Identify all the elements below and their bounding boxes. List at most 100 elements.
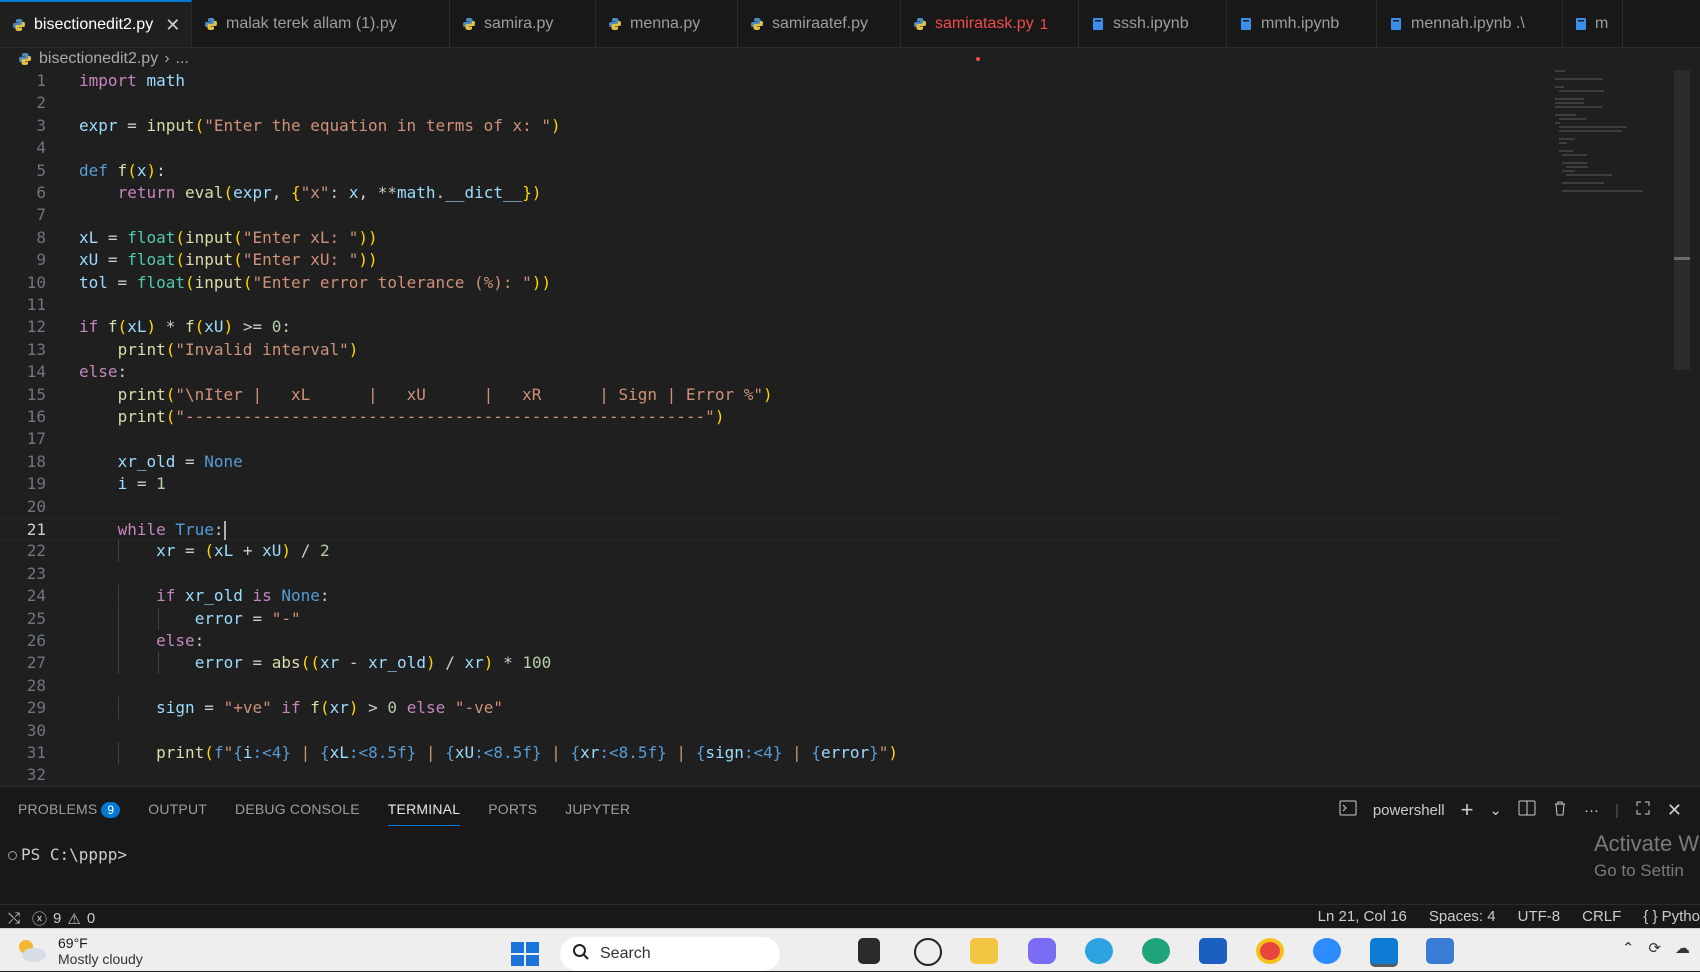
copilot-icon[interactable] [1028, 938, 1056, 964]
code-line[interactable]: 31 print(f"{i:<4} | {xL:<8.5f} | {xU:<8.… [0, 742, 1560, 764]
tab-sssh-ipynb[interactable]: sssh.ipynb [1079, 0, 1227, 47]
code-line[interactable]: 21 while True: [0, 518, 1560, 540]
minimap-line [1555, 98, 1585, 100]
weather-widget[interactable]: 69°F Mostly cloudy [14, 935, 143, 968]
tab-malak-terek-allam-1-py[interactable]: malak terek allam (1).py [192, 0, 450, 47]
line-number: 23 [26, 563, 46, 583]
tab-mmh-ipynb[interactable]: mmh.ipynb [1227, 0, 1377, 47]
chatgpt-icon[interactable] [914, 938, 942, 966]
code-line[interactable]: 27 error = abs((xr - xr_old) / xr) * 100 [0, 652, 1560, 675]
code-line[interactable]: 26 else: [0, 630, 1560, 652]
indentation[interactable]: Spaces: 4 [1429, 908, 1496, 925]
line-number: 20 [26, 496, 46, 516]
windows-taskbar: 69°F Mostly cloudy Search ⌃ ⟳ ☁ [0, 928, 1700, 971]
minimap[interactable] [1555, 70, 1645, 192]
code-line[interactable]: 29 sign = "+ve" if f(xr) > 0 else "-ve" [0, 697, 1560, 720]
code-line[interactable]: 15 print("\nIter | xL | xU | xR | Sign |… [0, 384, 1560, 406]
panel-tab-terminal[interactable]: TERMINAL [387, 801, 461, 826]
code-line[interactable]: 8 xL = float(input("Enter xL: ")) [0, 227, 1560, 249]
tab-samiraatef-py[interactable]: samiraatef.py [738, 0, 901, 47]
app-icon[interactable] [1426, 938, 1454, 964]
code-line[interactable]: 6 return eval(expr, {"x": x, **math.__di… [0, 182, 1560, 204]
tab-menna-py[interactable]: menna.py [596, 0, 738, 47]
code-line[interactable]: 28 [0, 675, 1560, 697]
line-endings[interactable]: CRLF [1582, 908, 1621, 925]
problems-status[interactable]: ⓧ 9 ⚠ 0 [32, 908, 95, 929]
code-line[interactable]: 24 if xr_old is None: [0, 585, 1560, 608]
code-line[interactable]: 14 else: [0, 361, 1560, 383]
panel-tab-ports[interactable]: PORTS [488, 801, 537, 826]
code-line[interactable]: 5 def f(x): [0, 160, 1560, 182]
sync-icon[interactable]: ⟳ [1648, 939, 1661, 957]
maximize-panel-icon[interactable] [1635, 800, 1651, 820]
code-line[interactable]: 10 tol = float(input("Enter error toleran… [0, 272, 1560, 294]
tab-m[interactable]: m [1563, 0, 1623, 47]
tab-samiratask-py[interactable]: samiratask.py 1 [901, 0, 1079, 47]
code-line[interactable]: 30 [0, 720, 1560, 742]
code-line[interactable]: 13 print("Invalid interval") [0, 339, 1560, 361]
code-line[interactable]: 20 [0, 496, 1560, 518]
code-line[interactable]: 32 [0, 764, 1560, 786]
indent-guide [118, 742, 120, 764]
telegram-icon[interactable] [1085, 938, 1113, 964]
code-line[interactable]: 1 import math [0, 70, 1560, 92]
trash-icon[interactable] [1552, 800, 1568, 820]
file-explorer-icon[interactable] [970, 938, 998, 964]
shell-name[interactable]: powershell [1373, 802, 1445, 819]
remote-indicator-icon[interactable]: ⤭ [8, 910, 20, 927]
code-line[interactable]: 3 expr = input("Enter the equation in ter… [0, 115, 1560, 137]
code-line[interactable]: 22 xr = (xL + xU) / 2 [0, 540, 1560, 563]
code-line[interactable]: 18 xr_old = None [0, 451, 1560, 473]
encoding[interactable]: UTF-8 [1518, 908, 1561, 925]
code-line[interactable]: 19 i = 1 [0, 473, 1560, 495]
code-line[interactable]: 2 [0, 92, 1560, 114]
panel-tab-problems[interactable]: PROBLEMS 9 [18, 801, 121, 826]
code-line[interactable]: 16 print("------------------------------… [0, 406, 1560, 428]
chrome-icon[interactable] [1256, 938, 1284, 964]
chevron-down-icon[interactable]: ⌄ [1489, 801, 1502, 819]
network-icon[interactable]: ☁ [1675, 939, 1690, 957]
close-panel-icon[interactable]: ✕ [1667, 800, 1682, 821]
code-line[interactable]: 23 [0, 563, 1560, 585]
panel-tab-jupyter[interactable]: JUPYTER [565, 801, 630, 826]
code-line[interactable]: 7 [0, 204, 1560, 226]
edge-icon[interactable] [1142, 938, 1170, 964]
tab-label: malak terek allam (1).py [226, 15, 397, 32]
minimap-line [1555, 78, 1603, 80]
zoom-icon[interactable] [1313, 938, 1341, 964]
vscode-icon[interactable] [1370, 938, 1398, 967]
panel-tab-debug-console[interactable]: DEBUG CONSOLE [235, 801, 360, 826]
terminal-output[interactable]: PS C:\pppp> [8, 845, 127, 864]
python-icon [750, 17, 764, 31]
code-line[interactable]: 11 [0, 294, 1560, 316]
tab-bisectionedit2-py[interactable]: bisectionedit2.py ✕ [0, 0, 192, 47]
windows-start-icon[interactable] [510, 941, 540, 967]
store-icon[interactable] [1199, 938, 1227, 964]
code-line[interactable]: 25 error = "-" [0, 607, 1560, 630]
tab-samira-py[interactable]: samira.py [450, 0, 596, 47]
task-view-icon[interactable] [858, 938, 880, 964]
panel-tab-output[interactable]: OUTPUT [148, 801, 207, 826]
code-text: xr = (xL + xU) / 2 [156, 541, 330, 561]
cursor-position[interactable]: Ln 21, Col 16 [1318, 908, 1407, 925]
taskbar-search[interactable]: Search [560, 937, 780, 971]
language-mode[interactable]: { } Pytho [1643, 908, 1700, 925]
editor-tab-bar: bisectionedit2.py ✕ malak terek allam (1).… [0, 0, 1700, 48]
more-actions-icon[interactable]: ··· [1584, 802, 1599, 819]
breadcrumb-more[interactable]: ... [176, 50, 189, 68]
code-line[interactable]: 9 xU = float(input("Enter xU: ")) [0, 249, 1560, 271]
new-terminal-icon[interactable]: + [1461, 797, 1474, 823]
python-icon [608, 17, 622, 31]
breadcrumb-file[interactable]: bisectionedit2.py [39, 50, 158, 68]
breadcrumb[interactable]: bisectionedit2.py › ... [0, 48, 1700, 70]
chevron-up-icon[interactable]: ⌃ [1622, 939, 1635, 957]
close-icon[interactable]: ✕ [165, 15, 180, 36]
code-line[interactable]: 12 if f(xL) * f(xU) >= 0: [0, 316, 1560, 338]
code-line[interactable]: 4 [0, 137, 1560, 159]
tab-mennah-ipynb-[interactable]: mennah.ipynb .\ [1377, 0, 1563, 47]
code-line[interactable]: 17 [0, 428, 1560, 450]
code-editor[interactable]: 1 import math 2 3 expr = input("Enter the eq… [0, 70, 1700, 786]
minimap-line [1555, 114, 1576, 116]
editor-scrollbar[interactable] [1674, 70, 1690, 370]
split-terminal-icon[interactable] [1518, 800, 1536, 820]
